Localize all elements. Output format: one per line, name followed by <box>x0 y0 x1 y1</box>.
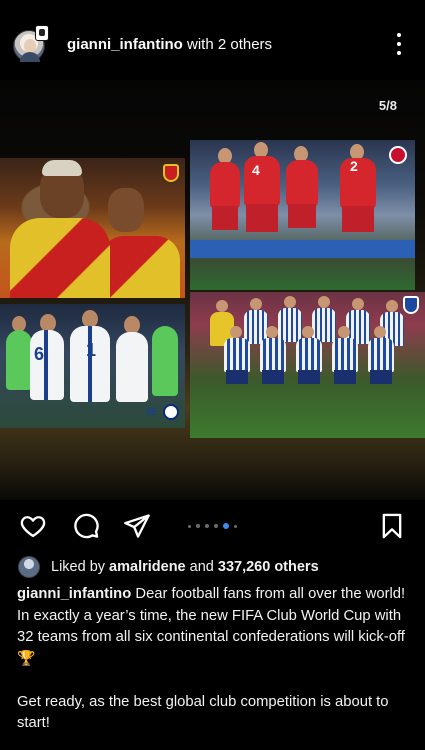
carousel-dot <box>196 524 200 528</box>
collab-text[interactable]: with 2 others <box>183 36 272 53</box>
player-shirt <box>260 338 286 372</box>
player-shirt <box>210 162 240 208</box>
club-crest-icon <box>389 146 407 164</box>
player-shirt <box>312 308 336 342</box>
player-head <box>230 326 242 338</box>
player-head <box>108 188 144 232</box>
player-shirt <box>224 338 250 372</box>
player-shirt <box>278 308 302 342</box>
caption-username[interactable]: gianni_infantino <box>17 586 131 602</box>
player-head <box>338 326 350 338</box>
goalkeeper-shirt <box>6 330 32 390</box>
likes-count[interactable]: 337,260 others <box>218 559 319 575</box>
likes-text[interactable]: Liked by amalridene and 337,260 others <box>51 559 319 575</box>
post-caption: gianni_infantino Dear football fans from… <box>17 584 409 735</box>
player-shorts <box>334 370 356 384</box>
club-crest-icon <box>403 296 419 314</box>
collage-photo-3: 6 1 95 <box>0 304 185 428</box>
player-head <box>284 296 296 308</box>
author-username[interactable]: gianni_infantino <box>67 36 183 53</box>
player-head <box>216 300 228 312</box>
player-head <box>250 298 262 310</box>
player-shirt <box>332 338 358 372</box>
avatar-face <box>24 39 36 53</box>
player-shirt <box>100 236 180 298</box>
player-shorts <box>226 370 248 384</box>
player-shorts <box>342 206 374 232</box>
caption-paragraph-1: gianni_infantino Dear football fans from… <box>17 584 409 670</box>
player-head <box>266 326 278 338</box>
club-crest-icon <box>163 164 179 182</box>
collab-badge-icon <box>35 25 49 41</box>
player-shirt <box>296 338 322 372</box>
player-shirt <box>10 218 110 298</box>
avatar-body <box>20 52 40 62</box>
post-header: gianni_infantino with 2 others <box>0 0 425 80</box>
liker-avatar[interactable] <box>18 556 40 578</box>
player-shirt <box>244 156 280 206</box>
player-head <box>318 296 330 308</box>
heart-icon[interactable] <box>19 512 47 540</box>
carousel-indicator <box>188 523 237 529</box>
comment-icon[interactable] <box>72 512 100 540</box>
collage-photo-1 <box>0 158 185 298</box>
carousel-dot <box>234 524 237 528</box>
caption-paragraph-2: Get ready, as the best global club compe… <box>17 693 389 732</box>
shirt-number: 2 <box>350 158 358 174</box>
shirt-number: 1 <box>86 340 97 360</box>
collage-photo-2: 4 2 <box>190 140 415 290</box>
likes-middle: and <box>185 559 218 575</box>
player-head <box>386 300 398 312</box>
sponsor-tag: 95 <box>145 407 157 418</box>
collage-photo-4 <box>190 292 425 438</box>
player-shorts <box>262 370 284 384</box>
likes-prefix: Liked by <box>51 559 110 575</box>
player-shirt <box>368 338 394 372</box>
player-head <box>374 326 386 338</box>
player-shirt <box>286 160 318 206</box>
player-shorts <box>212 206 238 230</box>
player-head <box>302 326 314 338</box>
likes-summary[interactable]: Liked by amalridene and 337,260 others <box>18 556 418 578</box>
post-author[interactable]: gianni_infantino with 2 others <box>67 36 272 53</box>
more-vertical-icon[interactable] <box>392 33 406 55</box>
send-icon[interactable] <box>123 512 151 540</box>
goalkeeper-shirt <box>152 326 178 396</box>
player-shorts <box>298 370 320 384</box>
carousel-counter: 5/8 <box>378 98 397 113</box>
shirt-stripe <box>88 326 92 402</box>
bookmark-icon[interactable] <box>378 512 406 540</box>
player-hair <box>42 160 82 176</box>
player-head <box>352 298 364 310</box>
carousel-dot <box>205 524 209 528</box>
post-action-bar <box>0 500 425 550</box>
club-crest-icon <box>163 404 179 420</box>
liker-username[interactable]: amalridene <box>109 559 186 575</box>
carousel-dot <box>188 524 191 528</box>
ad-board <box>190 240 415 258</box>
player-shirt <box>340 158 376 208</box>
carousel-dot <box>214 524 218 528</box>
shirt-stripe <box>44 330 48 400</box>
shirt-number: 6 <box>34 344 45 364</box>
player-shorts <box>288 204 316 228</box>
player-shirt <box>116 332 148 402</box>
post-media[interactable]: 5/8 4 2 6 1 95 <box>0 80 425 500</box>
shirt-number: 4 <box>252 162 260 178</box>
player-shorts <box>370 370 392 384</box>
player-shorts <box>246 204 278 232</box>
carousel-dot-active <box>223 523 229 529</box>
